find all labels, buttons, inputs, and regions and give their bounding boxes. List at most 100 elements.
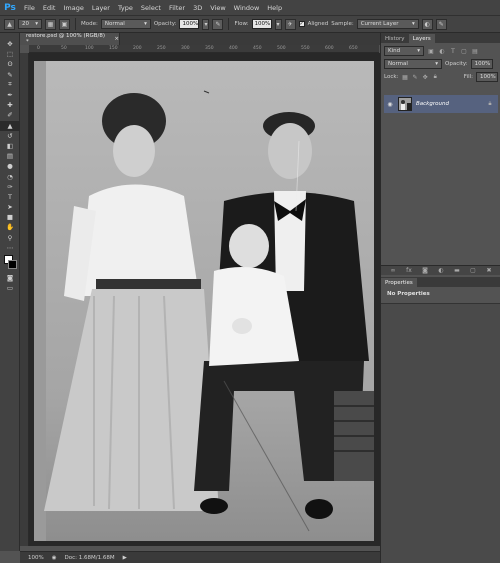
menu-view[interactable]: View: [206, 4, 229, 12]
new-layer-icon[interactable]: ▢: [469, 267, 477, 275]
layer-row-background[interactable]: ◉ Background 🔒︎: [384, 95, 498, 113]
layer-style-icon[interactable]: fx: [405, 267, 413, 275]
pen-tool-icon[interactable]: ✑: [0, 182, 20, 192]
adjustment-layer-icon[interactable]: ◐: [437, 267, 445, 275]
sample-dropdown[interactable]: Current Layer ▾: [356, 19, 419, 29]
canvas-area[interactable]: [29, 53, 380, 546]
eraser-tool-icon[interactable]: ◧: [0, 141, 20, 151]
color-swatches[interactable]: [0, 253, 19, 273]
screen-mode-icon[interactable]: ▭: [0, 283, 20, 293]
brush-size-picker[interactable]: 20 ▾: [18, 19, 42, 29]
document-tab-bar: restore.psd @ 100% (RGB/8) * ×: [20, 33, 380, 45]
menu-select[interactable]: Select: [137, 4, 165, 12]
healing-brush-tool-icon[interactable]: ✚: [0, 100, 20, 110]
layer-opacity-field[interactable]: 100%: [470, 59, 493, 69]
path-select-tool-icon[interactable]: ➤: [0, 202, 20, 212]
filter-smart-object-icon[interactable]: ▤: [471, 47, 479, 55]
quick-mask-icon[interactable]: ◙: [0, 273, 20, 283]
new-group-icon[interactable]: ▬: [453, 267, 461, 275]
menu-layer[interactable]: Layer: [88, 4, 114, 12]
vintage-family-photo[interactable]: [34, 61, 374, 541]
ruler-tick-label: 650: [349, 46, 358, 51]
lock-transparency-icon[interactable]: ▦: [401, 73, 408, 81]
gradient-tool-icon[interactable]: ▤: [0, 151, 20, 161]
clone-source-icon[interactable]: ▣: [59, 18, 70, 30]
history-brush-tool-icon[interactable]: ↺: [0, 131, 20, 141]
sample-label: Sample:: [331, 21, 354, 27]
document-tab[interactable]: restore.psd @ 100% (RGB/8) * ×: [20, 33, 120, 45]
tab-properties[interactable]: Properties: [381, 278, 417, 287]
properties-body: [381, 303, 500, 563]
zoom-tool-icon[interactable]: ⚲: [0, 233, 20, 243]
lock-position-icon[interactable]: ✥: [422, 73, 429, 81]
brush-tool-icon[interactable]: ✐: [0, 110, 20, 120]
menu-window[interactable]: Window: [230, 4, 264, 12]
filter-pixel-icon[interactable]: ▣: [427, 47, 435, 55]
layer-filter-row: Kind ▾ ▣ ◐ T ▢ ▤: [384, 46, 498, 56]
extra-tools-icon[interactable]: ⋯: [0, 243, 20, 253]
dodge-tool-icon[interactable]: ◔: [0, 171, 20, 181]
clone-stamp-tool-icon[interactable]: ▲: [0, 120, 20, 131]
ruler-horizontal[interactable]: 0 50 100 150 200 250 300 350 400 450 500 550 600 650: [29, 45, 379, 53]
kind-filter-dropdown[interactable]: Kind ▾: [384, 46, 424, 56]
opacity-field[interactable]: 100%: [179, 19, 200, 29]
ruler-tick-label: 500: [277, 46, 286, 51]
airbrush-icon[interactable]: ✈: [284, 18, 296, 30]
menu-image[interactable]: Image: [59, 4, 87, 12]
shape-tool-icon[interactable]: ■: [0, 212, 20, 222]
visibility-eye-icon[interactable]: ◉: [386, 100, 394, 108]
add-mask-icon[interactable]: ◙: [421, 267, 429, 275]
lasso-tool-icon[interactable]: ʘ: [0, 59, 20, 69]
layer-thumbnail: [398, 97, 412, 111]
tab-history[interactable]: History: [381, 34, 409, 43]
close-icon[interactable]: ×: [114, 36, 119, 42]
aligned-checkbox[interactable]: ✓: [298, 21, 305, 27]
photoshop-logo: Ps: [4, 2, 16, 13]
zoom-level[interactable]: 100%: [28, 555, 44, 561]
ignore-adjustment-layers-icon[interactable]: ◐: [421, 18, 433, 30]
pressure-opacity-icon[interactable]: ✎: [212, 18, 224, 30]
clone-stamp-tool-preset-icon[interactable]: ▲: [4, 18, 15, 30]
menu-help[interactable]: Help: [263, 4, 286, 12]
background-color-swatch[interactable]: [8, 259, 17, 269]
marquee-tool-icon[interactable]: ⬚: [0, 49, 20, 59]
separator: [75, 18, 76, 30]
eyedropper-tool-icon[interactable]: ✒: [0, 90, 20, 100]
menu-file[interactable]: File: [20, 4, 39, 12]
brush-panel-icon[interactable]: ▦: [45, 18, 56, 30]
menu-type[interactable]: Type: [114, 4, 137, 12]
opacity-slider-icon[interactable]: ▾: [202, 18, 210, 30]
trash-icon[interactable]: ✖: [485, 267, 493, 275]
menu-filter[interactable]: Filter: [165, 4, 189, 12]
blend-mode-value: Normal: [388, 61, 408, 67]
mode-dropdown[interactable]: Normal ▾: [100, 19, 151, 29]
ruler-tick-label: 250: [157, 46, 166, 51]
crop-tool-icon[interactable]: ⌗: [0, 80, 20, 90]
lock-label: Lock:: [384, 74, 399, 80]
filter-type-icon[interactable]: T: [449, 47, 457, 55]
chevron-down-icon: ▾: [35, 21, 38, 27]
menu-edit[interactable]: Edit: [39, 4, 60, 12]
lock-all-icon[interactable]: 🔒︎: [432, 73, 439, 81]
type-tool-icon[interactable]: T: [0, 192, 20, 202]
ruler-tick-label: 450: [253, 46, 262, 51]
menu-3d[interactable]: 3D: [189, 4, 206, 12]
filter-shape-icon[interactable]: ▢: [460, 47, 468, 55]
status-menu-icon[interactable]: ▶: [123, 555, 127, 561]
ruler-vertical[interactable]: [20, 53, 29, 546]
flow-field[interactable]: 100%: [251, 19, 272, 29]
pressure-size-icon[interactable]: ✎: [435, 18, 447, 30]
flow-slider-icon[interactable]: ▾: [274, 18, 282, 30]
filter-adjustment-icon[interactable]: ◐: [438, 47, 446, 55]
hand-tool-icon[interactable]: ✋: [0, 222, 20, 232]
move-tool-icon[interactable]: ✥: [0, 39, 20, 49]
tab-layers[interactable]: Layers: [408, 34, 435, 43]
quick-select-tool-icon[interactable]: ✎: [0, 70, 20, 80]
ruler-tick-label: 50: [61, 46, 67, 51]
blend-mode-dropdown[interactable]: Normal ▾: [384, 59, 442, 69]
blur-tool-icon[interactable]: ●: [0, 161, 20, 171]
lock-pixels-icon[interactable]: ✎: [412, 73, 419, 81]
fill-field[interactable]: 100%: [475, 72, 498, 82]
status-options-icon[interactable]: ◉: [52, 555, 57, 561]
link-layers-icon[interactable]: ∞: [389, 267, 397, 275]
